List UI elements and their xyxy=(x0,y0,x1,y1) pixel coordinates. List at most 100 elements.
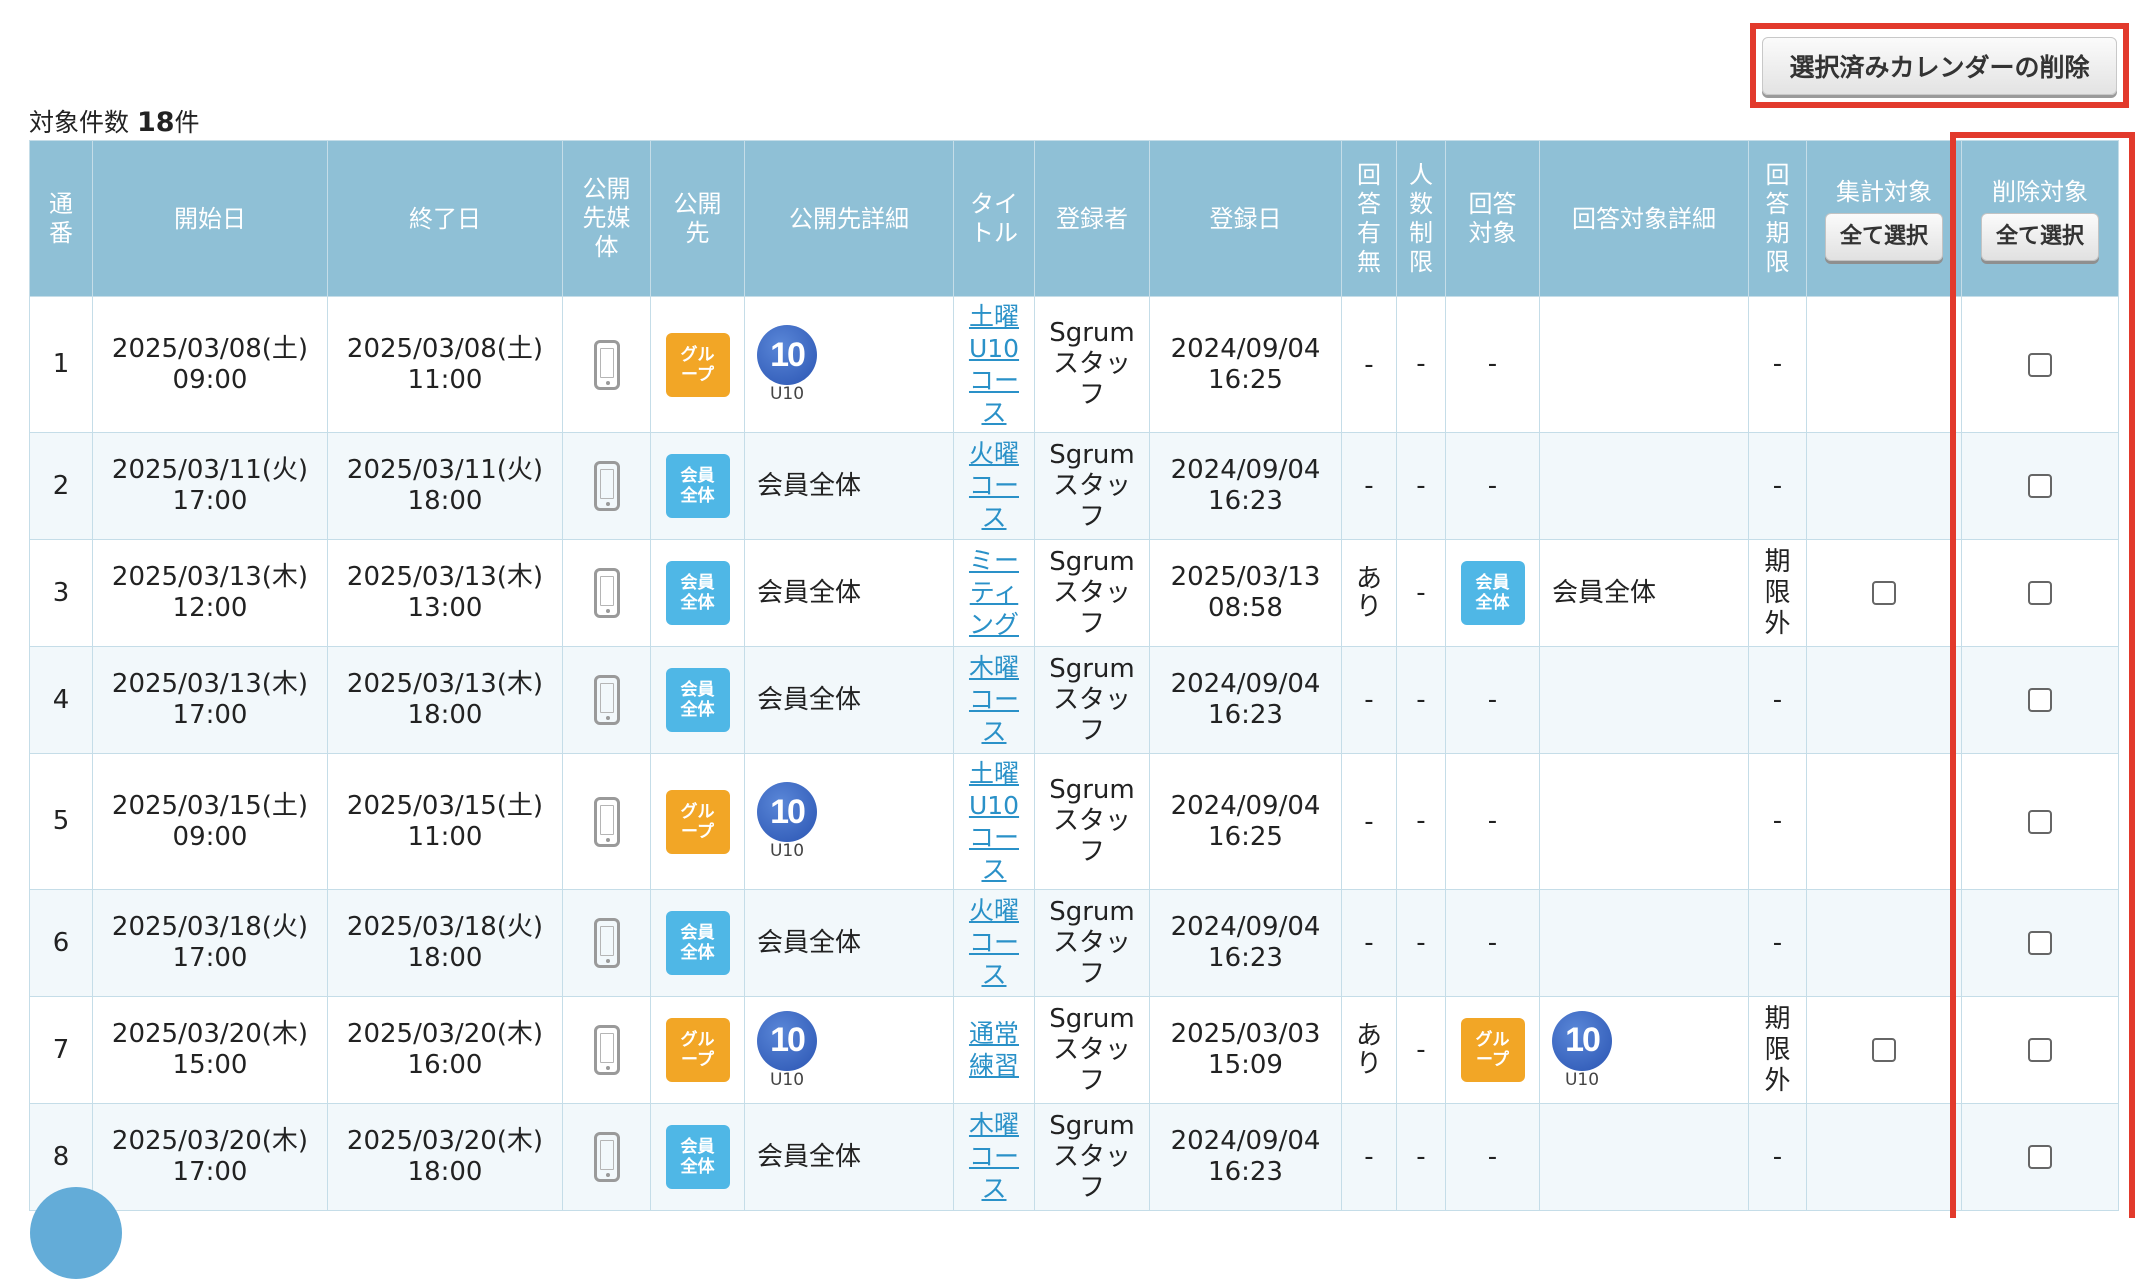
u10-number: 10 xyxy=(1552,1010,1612,1071)
reg-date: 2024/09/04 xyxy=(1170,790,1321,821)
aggregate-checkbox[interactable] xyxy=(1872,581,1896,605)
target-badge: 会員 全体 xyxy=(665,668,730,732)
row-deadline: 期限外 xyxy=(1748,539,1807,647)
registrant-line: Sgrum xyxy=(1049,896,1135,927)
row-answer-detail xyxy=(1539,889,1749,997)
row-answer: - xyxy=(1341,1103,1397,1211)
row-delete xyxy=(1961,889,2119,997)
deadline-line: 期 xyxy=(1764,546,1791,577)
badge-line: 全体 xyxy=(680,486,715,506)
registrant-line: Sgrum xyxy=(1049,653,1135,684)
row-target: 会員 全体 xyxy=(650,889,745,997)
badge-line: 会員 xyxy=(680,573,715,593)
row-end: 2025/03/13(木) 13:00 xyxy=(327,539,563,647)
delete-selected-calendars-button[interactable]: 選択済みカレンダーの削除 xyxy=(1762,36,2117,95)
floating-action-button[interactable] xyxy=(30,1187,122,1279)
badge-line: 会員 xyxy=(1475,573,1510,593)
end-time: 18:00 xyxy=(407,700,483,730)
reg-date: 2024/09/04 xyxy=(1170,333,1321,364)
target-detail-text: 会員全体 xyxy=(757,470,862,501)
col-registrant: 登録者 xyxy=(1034,140,1150,297)
title-link[interactable]: 土曜 U10 コース xyxy=(969,302,1019,427)
row-limit: - xyxy=(1396,646,1446,754)
row-no: 5 xyxy=(29,753,93,890)
reg-time: 08:58 xyxy=(1208,593,1283,623)
badge-line: 会員 xyxy=(680,466,715,486)
col-limit: 人数制限 xyxy=(1396,140,1446,297)
badge-line: グル xyxy=(680,801,715,822)
badge-line: ープ xyxy=(1476,1050,1509,1070)
delete-checkbox[interactable] xyxy=(2028,1145,2052,1169)
u10-label: U10 xyxy=(1564,1069,1600,1090)
h-media-2: 体 xyxy=(594,233,619,261)
row-start: 2025/03/15(土) 09:00 xyxy=(92,753,328,890)
delete-checkbox[interactable] xyxy=(2028,688,2052,712)
row-deadline: - xyxy=(1748,432,1807,540)
registrant-line: スタッ xyxy=(1052,470,1131,501)
title-link[interactable]: 火曜 コース xyxy=(969,896,1019,989)
row-target: グル ープ xyxy=(650,996,745,1104)
delete-checkbox[interactable] xyxy=(2028,809,2052,834)
delete-checkbox[interactable] xyxy=(2028,931,2052,955)
start-time: 09:00 xyxy=(172,364,248,395)
row-answer: - xyxy=(1341,432,1397,540)
h-at-1: 対象 xyxy=(1468,218,1517,247)
title-line: コー xyxy=(968,471,1019,500)
registrant-line: スタッ xyxy=(1052,577,1131,608)
reg-date: 2024/09/04 xyxy=(1170,1126,1321,1156)
title-link[interactable]: 土曜 U10 コース xyxy=(969,759,1019,884)
row-start: 2025/03/20(木) 17:00 xyxy=(92,1103,328,1211)
row-target: 会員 全体 xyxy=(650,1103,745,1211)
target-detail-u10-icon: 10 U10 xyxy=(757,1010,817,1090)
start-date: 2025/03/20(木) xyxy=(111,1126,309,1156)
row-target-detail: 会員全体 xyxy=(744,1103,954,1211)
title-link[interactable]: 火曜 コース xyxy=(969,439,1019,532)
row-deadline: - xyxy=(1748,646,1807,754)
h-answer-2: 有 xyxy=(1357,218,1381,247)
answer-text: あり xyxy=(1356,1021,1383,1079)
delete-select-all-button[interactable]: 全て選択 xyxy=(1980,212,2099,261)
title-link[interactable]: 木曜 コース xyxy=(969,653,1019,746)
end-date: 2025/03/08(土) xyxy=(346,333,544,364)
aggregate-select-all-button[interactable]: 全て選択 xyxy=(1824,212,1943,261)
aggregate-checkbox[interactable] xyxy=(1872,1038,1896,1062)
title-line: 通常 xyxy=(968,1019,1019,1048)
delete-checkbox[interactable] xyxy=(2028,1038,2052,1062)
registrant-line: フ xyxy=(1078,715,1105,746)
target-detail-text: 会員全体 xyxy=(757,577,862,608)
delete-checkbox[interactable] xyxy=(2028,581,2052,605)
col-target: 公開先 xyxy=(650,140,745,297)
row-aggregate xyxy=(1806,996,1962,1104)
h-limit-3: 限 xyxy=(1409,247,1433,276)
row-start: 2025/03/11(火) 17:00 xyxy=(92,432,328,540)
table-header-row: 通番 開始日 終了日 公開 先媒体 公開先 公開先詳細 タイ トル 登録者 登録日 … xyxy=(29,140,2119,297)
delete-checkbox[interactable] xyxy=(2028,474,2052,498)
row-limit: - xyxy=(1396,753,1446,890)
title-link[interactable]: 木曜 コース xyxy=(969,1110,1019,1203)
title-link[interactable]: ミー ティ ング xyxy=(969,546,1019,639)
delete-checkbox[interactable] xyxy=(2028,352,2052,377)
reg-time: 16:25 xyxy=(1208,364,1283,395)
badge-line: 全体 xyxy=(680,943,715,963)
row-no: 6 xyxy=(29,889,93,997)
row-target: 会員 全体 xyxy=(650,432,745,540)
h-dl-1: 答 xyxy=(1765,189,1790,218)
row-media xyxy=(562,296,651,433)
row-aggregate xyxy=(1806,539,1962,647)
registrant-line: Sgrum xyxy=(1049,546,1135,577)
answer-target-text: - xyxy=(1487,806,1498,836)
col-answer-deadline: 回答期限 xyxy=(1748,140,1807,297)
row-end: 2025/03/20(木) 16:00 xyxy=(327,996,563,1104)
answer-text: - xyxy=(1364,685,1374,715)
row-answer-detail xyxy=(1539,1103,1749,1211)
deadline-line: - xyxy=(1772,927,1783,958)
row-registrant: Sgrum スタッフ xyxy=(1034,996,1150,1104)
badge-line: 全体 xyxy=(680,700,715,720)
row-aggregate xyxy=(1806,296,1962,433)
row-title: 火曜 コース xyxy=(953,432,1035,540)
answer-target-text: - xyxy=(1487,1141,1498,1172)
start-date: 2025/03/11(火) xyxy=(111,455,309,485)
title-link[interactable]: 通常 練習 xyxy=(969,1019,1019,1080)
title-line: ング xyxy=(968,610,1019,639)
title-line: U10 xyxy=(968,790,1020,820)
